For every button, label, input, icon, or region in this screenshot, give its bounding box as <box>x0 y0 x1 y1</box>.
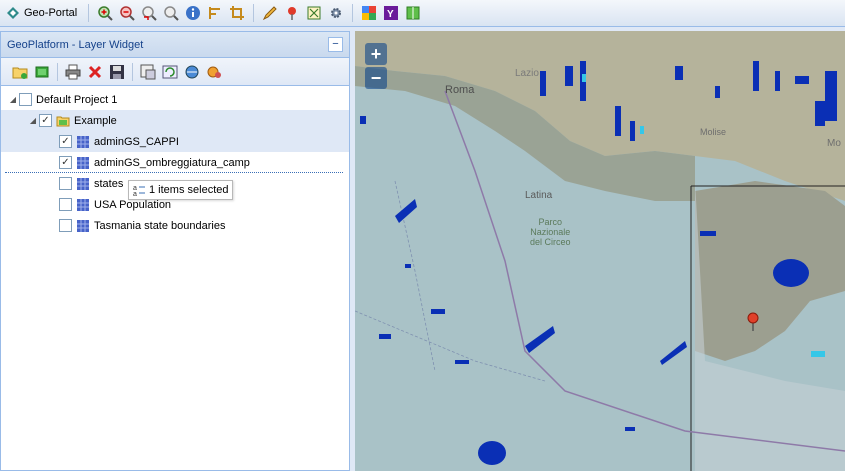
refresh-icon[interactable] <box>160 62 180 82</box>
collapse-button[interactable]: − <box>328 37 343 52</box>
add-layer-icon[interactable] <box>32 62 52 82</box>
layer-checkbox[interactable]: ✓ <box>59 135 72 148</box>
map-label-parco: Parco Nazionale del Circeo <box>530 217 571 247</box>
panel-toolbar <box>1 58 349 86</box>
tree-node-folder[interactable]: ◢ ✓ Example <box>1 110 349 131</box>
geo-portal-logo-icon <box>7 7 19 19</box>
export-icon[interactable] <box>138 62 158 82</box>
map-label-molise: Molise <box>700 127 727 137</box>
map-label-roma: Roma <box>445 84 475 96</box>
google-icon[interactable] <box>359 3 379 23</box>
book-icon[interactable] <box>403 3 423 23</box>
map-canvas[interactable] <box>355 31 845 471</box>
map-label-lazio: Lazio <box>515 68 539 79</box>
drag-layers-icon: aa <box>133 185 145 197</box>
expand-arrow-icon[interactable]: ◢ <box>7 95 19 104</box>
info-icon[interactable] <box>183 3 203 23</box>
layer-checkbox[interactable] <box>59 198 72 211</box>
layer-icon <box>77 177 89 190</box>
zoom-in-button[interactable]: + <box>365 43 387 65</box>
panel-header: GeoPlatform - Layer Widget − <box>1 32 349 58</box>
zoom-out-icon[interactable] <box>117 3 137 23</box>
app-title: Geo-Portal <box>24 7 78 19</box>
delete-icon[interactable] <box>85 62 105 82</box>
yahoo-icon[interactable]: Y <box>381 3 401 23</box>
layer-icon <box>77 135 89 148</box>
layer-label: Tasmania state boundaries <box>94 219 226 232</box>
tree-node-project[interactable]: ◢ Default Project 1 <box>1 89 349 110</box>
layer-checkbox[interactable] <box>59 219 72 232</box>
save-icon[interactable] <box>107 62 127 82</box>
tree-node-layer[interactable]: Tasmania state boundaries <box>1 215 349 236</box>
toolbar-separator <box>352 4 354 22</box>
toolbar-separator <box>132 62 133 81</box>
share-icon[interactable] <box>182 62 202 82</box>
layer-icon <box>77 219 89 232</box>
svg-text:a: a <box>133 191 137 197</box>
toolbar-separator <box>253 4 255 22</box>
geo-portal-menu[interactable]: Geo-Portal <box>4 6 83 20</box>
zoom-out-button[interactable]: − <box>365 67 387 89</box>
zoom-in-icon[interactable] <box>95 3 115 23</box>
layer-tree: ◢ Default Project 1 ◢ ✓ Example ✓ adminG… <box>1 89 349 236</box>
layer-export-icon[interactable] <box>304 3 324 23</box>
settings-icon[interactable] <box>204 62 224 82</box>
layer-icon <box>77 156 89 169</box>
layer-label: adminGS_CAPPI <box>94 135 179 148</box>
drag-tooltip-text: 1 items selected <box>149 184 229 196</box>
zoom-previous-icon[interactable] <box>139 3 159 23</box>
layer-label: states <box>94 177 124 190</box>
project-checkbox[interactable] <box>19 93 32 106</box>
svg-text:Y: Y <box>387 9 394 20</box>
layer-checkbox[interactable] <box>59 177 72 190</box>
layer-icon <box>77 198 89 211</box>
tree-node-layer[interactable]: ✓ adminGS_CAPPI <box>1 131 349 152</box>
edit-pencil-icon[interactable] <box>260 3 280 23</box>
measure-icon[interactable] <box>205 3 225 23</box>
drop-indicator <box>5 172 343 173</box>
gear-icon[interactable] <box>326 3 346 23</box>
toolbar-separator <box>57 62 58 81</box>
layer-label: adminGS_ombreggiatura_camp <box>94 156 250 169</box>
toolbar-separator <box>88 4 90 22</box>
panel-title: GeoPlatform - Layer Widget <box>7 38 144 51</box>
expand-arrow-icon[interactable]: ◢ <box>27 116 39 125</box>
layer-widget-panel: GeoPlatform - Layer Widget − ◢ Default P… <box>0 31 350 471</box>
map-view[interactable]: + − Roma Lazio Latina Parco Nazionale de… <box>355 31 845 471</box>
main-toolbar: Geo-Portal Y <box>0 0 845 27</box>
map-pin-icon[interactable] <box>282 3 302 23</box>
drag-tooltip: aa 1 items selected <box>128 180 234 200</box>
zoom-next-icon[interactable] <box>161 3 181 23</box>
map-label-mo: Mo <box>827 138 841 149</box>
print-icon[interactable] <box>63 62 83 82</box>
folder-icon <box>56 116 70 126</box>
layer-checkbox[interactable]: ✓ <box>59 156 72 169</box>
project-label: Default Project 1 <box>36 93 118 106</box>
layer-label: USA Population <box>94 198 172 211</box>
folder-checkbox[interactable]: ✓ <box>39 114 52 127</box>
tree-node-layer[interactable]: ✓ adminGS_ombreggiatura_camp <box>1 152 349 173</box>
add-folder-icon[interactable] <box>10 62 30 82</box>
folder-label: Example <box>74 114 117 127</box>
map-label-latina: Latina <box>525 190 553 201</box>
crop-icon[interactable] <box>227 3 247 23</box>
